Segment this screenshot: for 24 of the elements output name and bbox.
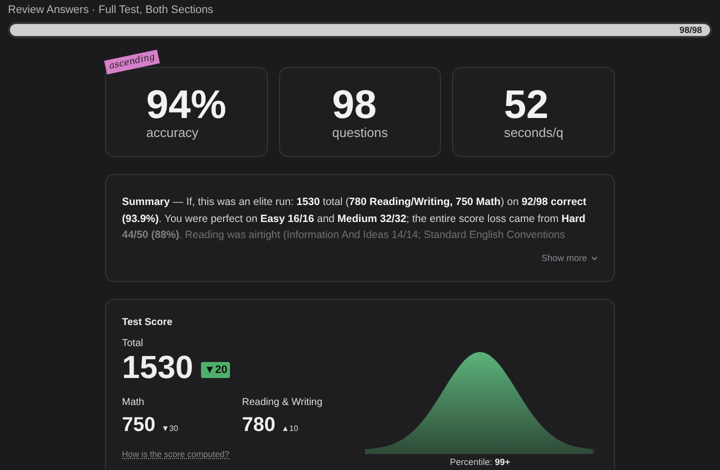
total-score: 1530 <box>122 349 194 385</box>
score-info-link[interactable]: How is the score computed? <box>122 449 230 459</box>
score-change: ▲10 <box>281 424 298 433</box>
stat-value: 94% <box>146 84 226 124</box>
section-label: Reading & Writing <box>242 397 324 408</box>
percentile-text: Percentile: 99+ <box>450 457 510 467</box>
sticker-label: ascending <box>104 50 160 74</box>
stat-label: seconds/q <box>504 124 564 140</box>
page-title: Review Answers · Full Test, Both Sections <box>8 4 214 18</box>
chevron-down-icon <box>591 256 598 260</box>
score-change-badge: ▼20 <box>201 362 230 378</box>
section-score: 780 <box>242 414 276 437</box>
show-more-button[interactable]: Show more <box>541 253 598 263</box>
section-score: 750 <box>122 414 156 437</box>
stat-value: 52 <box>504 84 549 124</box>
stat-value: 98 <box>332 84 377 124</box>
section-label: Math <box>122 397 146 408</box>
stat-label: questions <box>332 124 388 140</box>
card-title: Test Score <box>122 317 172 328</box>
progress-count: 98/98 <box>679 25 702 35</box>
summary-text: Summary — If, this was an elite run: 1530 total (780 Reading/Writing, 750 Math) on 92/98 correct (93.9%). You were perfect on Easy 16/16 and Medium 32/32; the entire score loss came from Hard 44/50 (88%). Reading was airtight (Information And Ideas 14/14; Standard English Conventions <box>122 195 588 243</box>
total-label: Total <box>122 338 144 349</box>
stat-label: accuracy <box>146 124 198 140</box>
score-change: ▼30 <box>161 424 178 433</box>
